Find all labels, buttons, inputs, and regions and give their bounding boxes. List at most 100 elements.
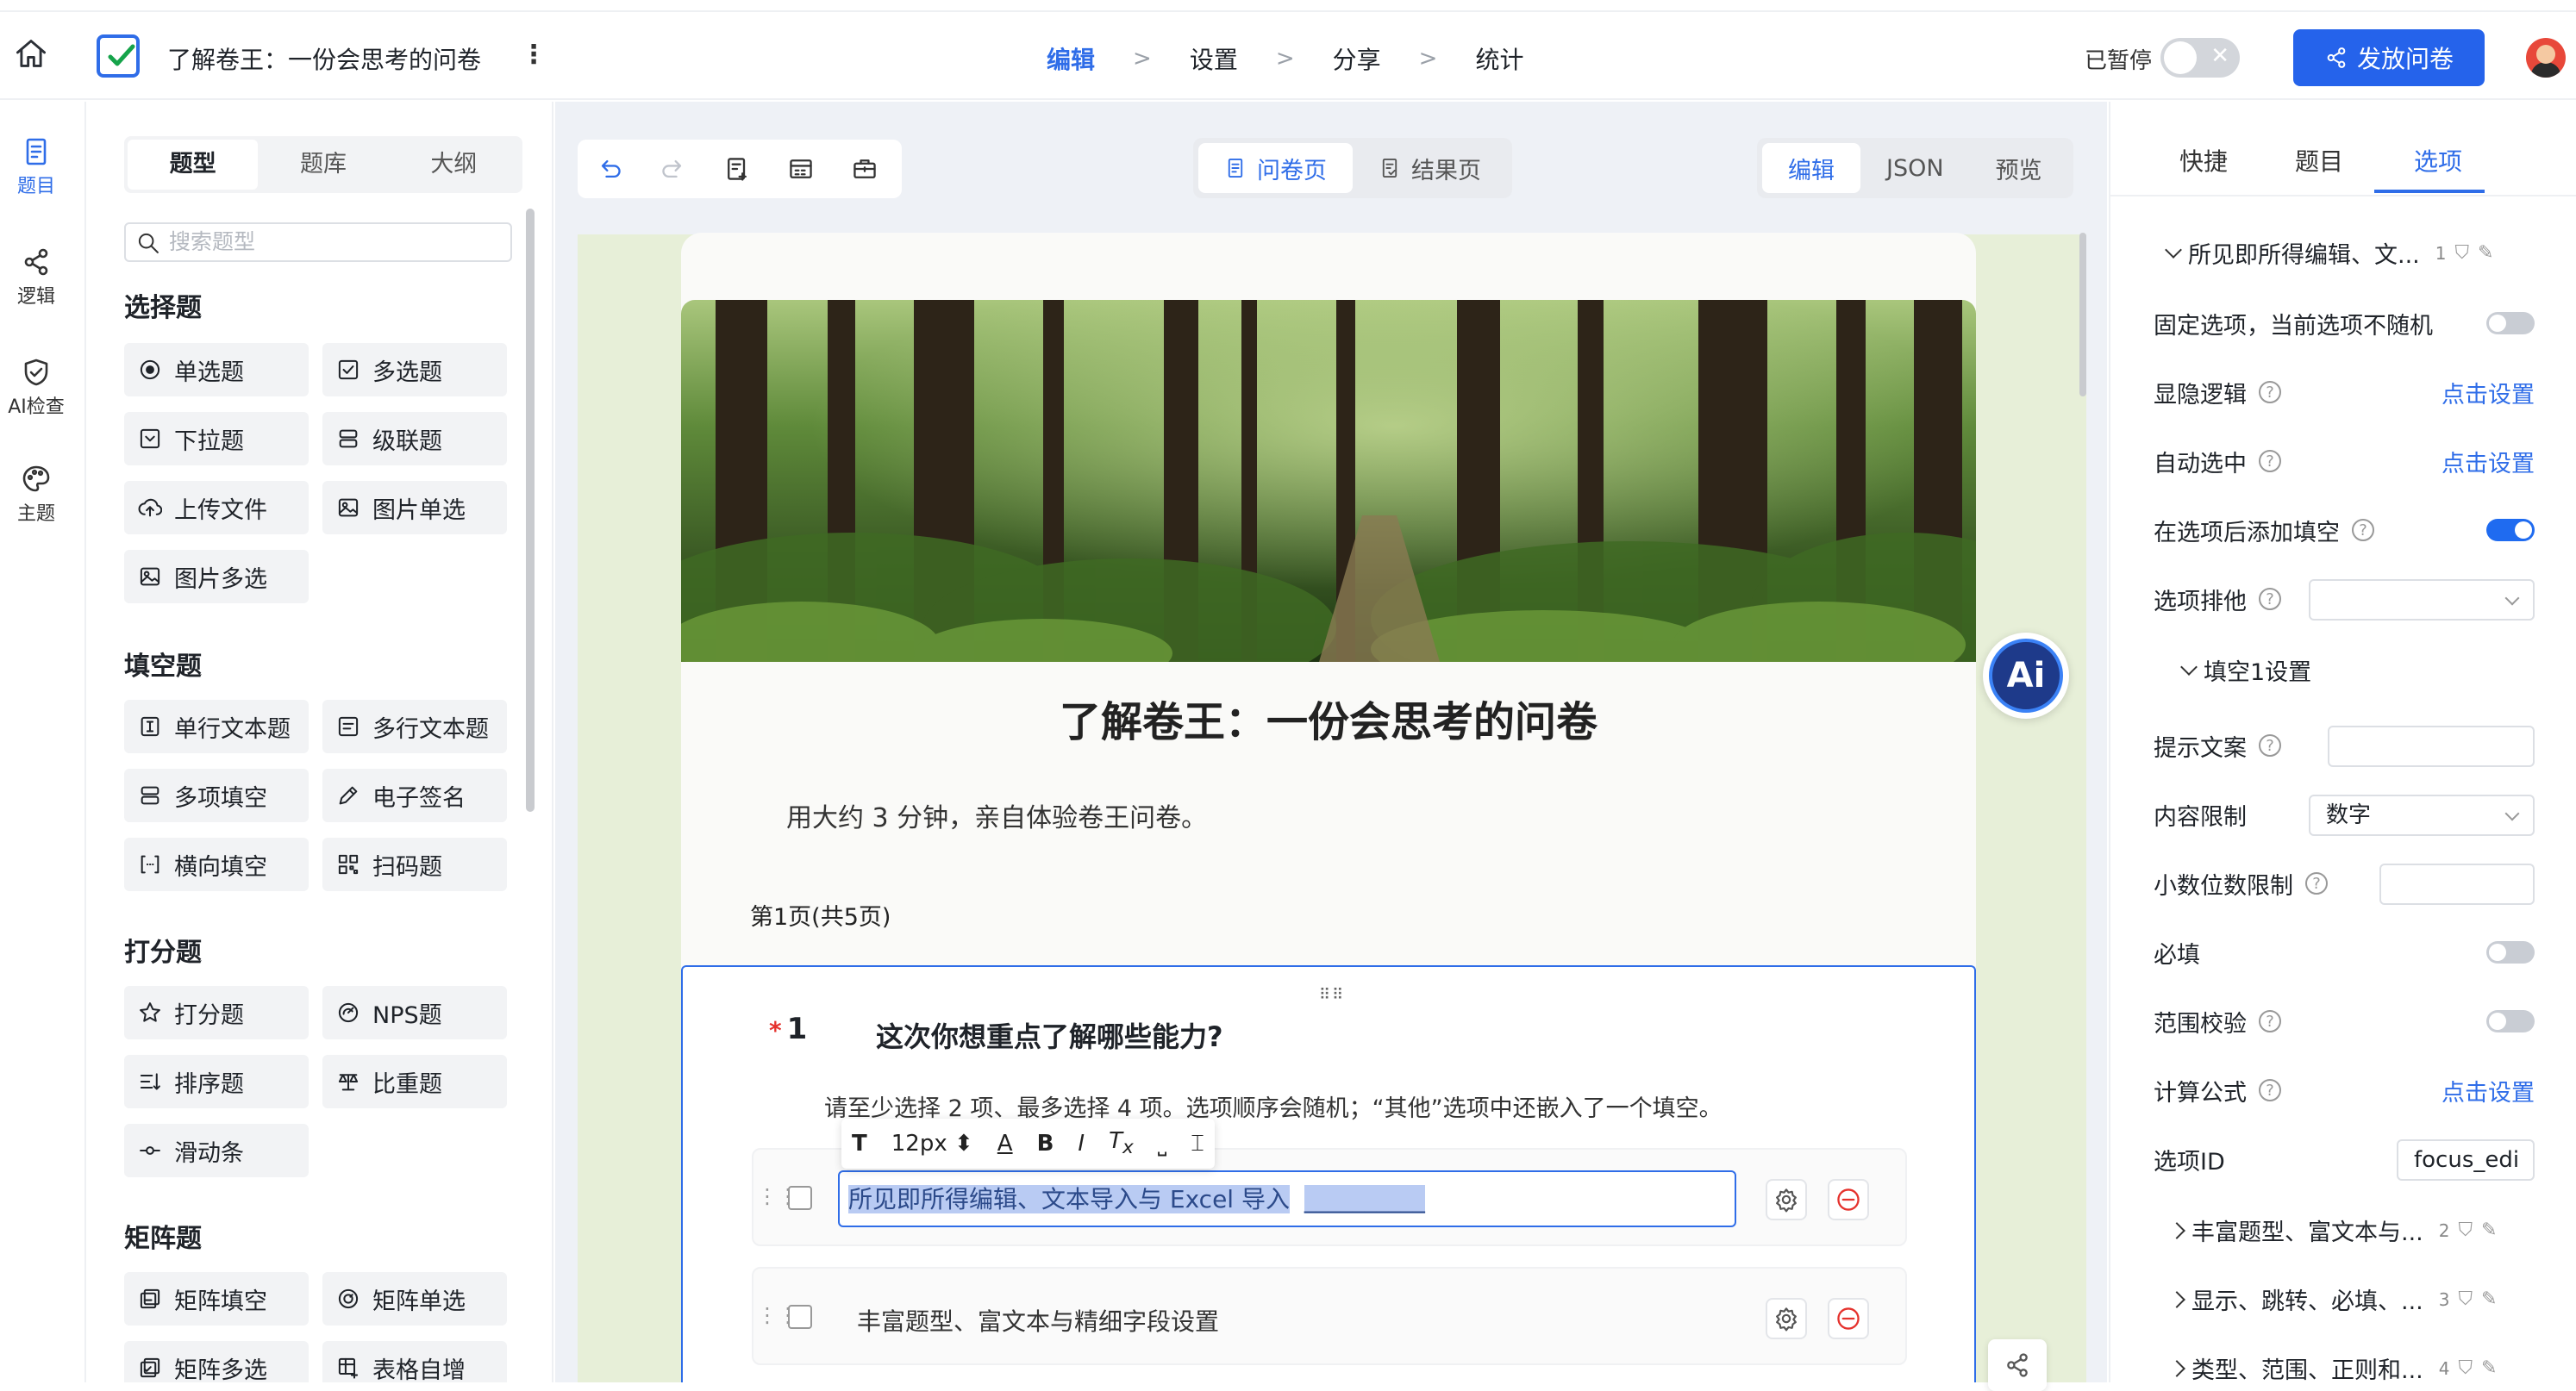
text-style-icon[interactable]: T xyxy=(852,1131,867,1157)
blank-settings-header[interactable]: 填空1设置 xyxy=(2180,653,2311,687)
rail-item-ai-check[interactable]: AI检查 xyxy=(0,357,72,419)
palette-item-table-auto[interactable]: 表格自增 xyxy=(322,1341,507,1382)
canvas-scrollbar[interactable] xyxy=(2079,233,2086,396)
palette-item-signature[interactable]: 电子签名 xyxy=(322,769,507,822)
palette-item-single-line[interactable]: 单行文本题 xyxy=(124,700,309,753)
option-section-header[interactable]: 丰富题型、富文本与... 2 ⛉ ✎ xyxy=(2168,1213,2497,1247)
tab-quick[interactable]: 快捷 xyxy=(2179,143,2228,178)
publish-button[interactable]: 发放问卷 xyxy=(2293,29,2485,86)
palette-search-input[interactable]: 搜索题型 xyxy=(124,222,512,262)
help-icon[interactable]: ? xyxy=(2259,1079,2281,1101)
palette-item-matrix-single[interactable]: 矩阵单选 xyxy=(322,1272,507,1326)
add-blank-toggle[interactable] xyxy=(2486,519,2535,541)
survey-description[interactable]: 用大约 3 分钟，亲自体验卷王问卷。 xyxy=(786,796,1207,834)
palette-item-image-multi[interactable]: 图片多选 xyxy=(124,550,309,603)
content-limit-select[interactable]: 数字 xyxy=(2309,795,2535,836)
survey-title[interactable]: 了解卷王：一份会思考的问卷 xyxy=(167,41,481,76)
palette-scrollbar[interactable] xyxy=(526,209,535,812)
palette-item-upload[interactable]: 上传文件 xyxy=(124,481,309,534)
remove-option-icon[interactable] xyxy=(1828,1179,1869,1220)
option-section-header[interactable]: 显示、跳转、必填、... 3 ⛉ ✎ xyxy=(2168,1282,2497,1316)
tab-question[interactable]: 题目 xyxy=(2295,143,2343,178)
font-color-icon[interactable]: A xyxy=(997,1131,1013,1157)
option-checkbox[interactable] xyxy=(788,1305,812,1329)
required-toggle[interactable] xyxy=(2486,941,2535,964)
step-stats[interactable]: 统计 xyxy=(1475,41,1523,76)
drag-handle-icon[interactable]: ⠿⠿ xyxy=(1319,986,1345,1004)
step-settings[interactable]: 设置 xyxy=(1190,41,1238,76)
survey-heading[interactable]: 了解卷王：一份会思考的问卷 xyxy=(681,688,1976,748)
palette-item-matrix-multi[interactable]: 矩阵多选 xyxy=(124,1341,309,1382)
palette-item-single-choice[interactable]: 单选题 xyxy=(124,343,309,396)
palette-item-scan-code[interactable]: 扫码题 xyxy=(322,838,507,891)
tab-options[interactable]: 选项 xyxy=(2414,143,2462,178)
option-text[interactable]: 丰富题型、富文本与精细字段设置 xyxy=(857,1303,1219,1338)
autoselect-set-link[interactable]: 点击设置 xyxy=(2442,445,2535,478)
help-icon[interactable]: ? xyxy=(2305,872,2328,895)
palette-item-multi-line[interactable]: 多行文本题 xyxy=(322,700,507,753)
more-vertical-icon[interactable]: ⋮ xyxy=(521,38,547,72)
palette-item-cascade[interactable]: 级联题 xyxy=(322,412,507,465)
tab-edit-mode[interactable]: 编辑 xyxy=(1762,143,1860,193)
help-icon[interactable]: ? xyxy=(2259,381,2281,403)
option-section-header[interactable]: 类型、范围、正则和... 4 ⛉ ✎ xyxy=(2168,1351,2497,1385)
layout-icon[interactable] xyxy=(769,155,833,183)
exclusive-select[interactable] xyxy=(2309,579,2535,621)
help-icon[interactable]: ? xyxy=(2352,519,2374,541)
avatar[interactable] xyxy=(2526,38,2566,78)
palette-item-dropdown[interactable]: 下拉题 xyxy=(124,412,309,465)
palette-item-rating[interactable]: 打分题 xyxy=(124,986,309,1039)
font-size-select[interactable]: 12px ⬍ xyxy=(891,1131,973,1157)
tab-result-page[interactable]: 结果页 xyxy=(1353,143,1507,193)
help-icon[interactable]: ? xyxy=(2259,450,2281,472)
question-card[interactable]: ⠿⠿ * 1 这次你想重点了解哪些能力? 请至少选择 2 项、最多选择 4 项。选… xyxy=(681,965,1976,1382)
tab-preview-mode[interactable]: 预览 xyxy=(1970,143,2068,193)
palette-item-multi-choice[interactable]: 多选题 xyxy=(322,343,507,396)
tab-json-mode[interactable]: JSON xyxy=(1860,143,1970,193)
palette-item-ranking[interactable]: 排序题 xyxy=(124,1055,309,1108)
pause-toggle[interactable]: ✕ xyxy=(2160,38,2240,78)
insert-field-icon[interactable]: ⌶ xyxy=(1191,1131,1204,1157)
fixed-option-toggle[interactable] xyxy=(2486,312,2535,334)
bold-icon[interactable]: B xyxy=(1037,1131,1054,1157)
ai-assistant-button[interactable]: Ai xyxy=(1983,633,2069,719)
step-edit[interactable]: 编辑 xyxy=(1047,41,1095,76)
palette-item-nps[interactable]: NPS题 xyxy=(322,986,507,1039)
gear-icon[interactable] xyxy=(1766,1179,1807,1220)
option-row[interactable]: ⋮⋮ 丰富题型、富文本与精细字段设置 xyxy=(752,1267,1907,1365)
rail-item-theme[interactable]: 主题 xyxy=(0,464,72,526)
question-text[interactable]: 这次你想重点了解哪些能力? xyxy=(876,1015,1223,1055)
palette-item-matrix-fill[interactable]: 矩阵填空 xyxy=(124,1272,309,1326)
palette-item-slider[interactable]: 滑动条 xyxy=(124,1124,309,1177)
briefcase-icon[interactable] xyxy=(833,155,897,183)
add-page-icon[interactable] xyxy=(705,155,769,183)
rail-item-questions[interactable]: 题目 xyxy=(0,136,72,198)
help-icon[interactable]: ? xyxy=(2259,734,2281,757)
help-icon[interactable]: ? xyxy=(2259,588,2281,610)
formula-set-link[interactable]: 点击设置 xyxy=(2442,1074,2535,1107)
option-id-input[interactable]: focus_edi xyxy=(2397,1139,2535,1181)
visibility-set-link[interactable]: 点击设置 xyxy=(2442,376,2535,409)
placeholder-input[interactable] xyxy=(2328,726,2535,767)
gear-icon[interactable] xyxy=(1766,1298,1807,1339)
palette-item-multi-blank[interactable]: 多项填空 xyxy=(124,769,309,822)
step-share[interactable]: 分享 xyxy=(1333,41,1381,76)
logic-share-icon[interactable] xyxy=(1988,1339,2047,1391)
palette-item-image-single[interactable]: 图片单选 xyxy=(322,481,507,534)
tab-question-bank[interactable]: 题库 xyxy=(258,140,388,190)
palette-item-horizontal-blank[interactable]: 横向填空 xyxy=(124,838,309,891)
italic-icon[interactable]: I xyxy=(1078,1131,1085,1157)
rail-item-logic[interactable]: 逻辑 xyxy=(0,246,72,309)
option-text-input[interactable]: 所见即所得编辑、文本导入与 Excel 导入 __________ xyxy=(838,1170,1736,1227)
option-section-header[interactable]: 所见即所得编辑、文... 1 ⛉ ✎ xyxy=(2165,236,2493,270)
clear-format-icon[interactable]: Tx xyxy=(1109,1128,1134,1158)
option-checkbox[interactable] xyxy=(788,1186,812,1210)
help-icon[interactable]: ? xyxy=(2259,1010,2281,1032)
tab-survey-page[interactable]: 问卷页 xyxy=(1198,143,1353,193)
tab-question-types[interactable]: 题型 xyxy=(128,140,259,190)
palette-item-weight[interactable]: 比重题 xyxy=(322,1055,507,1108)
decimal-input[interactable] xyxy=(2379,864,2535,905)
home-icon[interactable] xyxy=(14,36,48,71)
tab-outline[interactable]: 大纲 xyxy=(389,140,519,190)
undo-icon[interactable] xyxy=(578,155,641,183)
